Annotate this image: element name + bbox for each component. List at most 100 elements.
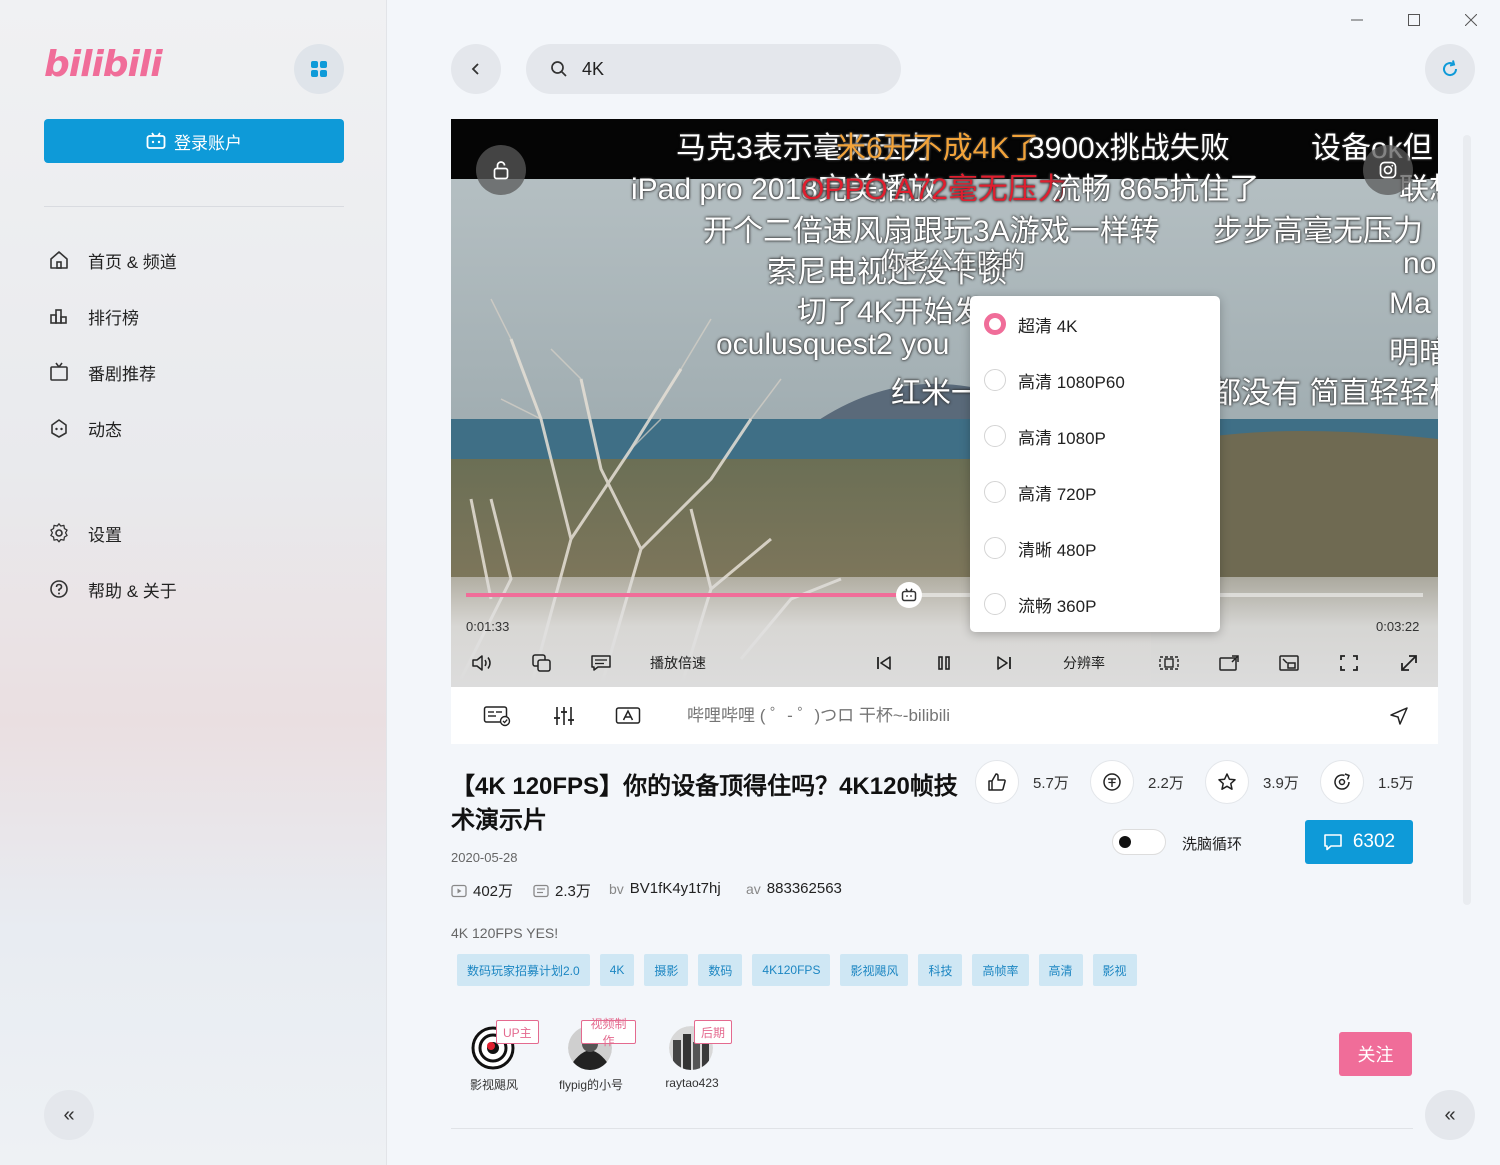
back-button[interactable]	[451, 44, 501, 94]
sidebar-item-home[interactable]: 首页 & 频道	[48, 240, 177, 280]
send-danmaku-button[interactable]	[1385, 703, 1413, 729]
favorite-count: 3.9万	[1263, 774, 1299, 792]
tag[interactable]: 高帧率	[972, 954, 1029, 986]
danmaku-input[interactable]	[685, 705, 1285, 727]
tag[interactable]: 4K120FPS	[752, 954, 831, 986]
like-stat[interactable]: 5.7万	[975, 760, 1069, 804]
resolution-button[interactable]: 分辨率	[1056, 649, 1112, 677]
danmaku-filter-button[interactable]	[550, 703, 578, 729]
tag[interactable]: 高清	[1038, 954, 1083, 986]
minimize-icon	[1351, 19, 1363, 21]
quality-label: 高清 1080P60	[1018, 372, 1125, 392]
chevron-left-icon	[471, 63, 479, 75]
share-button[interactable]	[1320, 760, 1364, 804]
danmaku-comment: 都没有 简直轻轻松	[1211, 377, 1438, 410]
share-stat[interactable]: 1.5万	[1320, 760, 1414, 804]
collapse-panel-button[interactable]: «	[1425, 1090, 1475, 1140]
volume-button[interactable]	[469, 649, 495, 677]
coin-button[interactable]	[1090, 760, 1134, 804]
pause-button[interactable]	[933, 649, 955, 677]
sidebar: bilibili 登录账户 首页 & 频道 排行榜 番剧推荐 动态 设置 帮助 …	[0, 0, 387, 1165]
next-button[interactable]	[993, 649, 1015, 677]
like-button[interactable]	[975, 760, 1019, 804]
tag[interactable]: 影视飓风	[840, 954, 909, 986]
av-value[interactable]: 883362563	[767, 880, 842, 897]
tag[interactable]: 数码玩家招募计划2.0	[457, 954, 590, 986]
quality-option[interactable]: 高清 1080P	[984, 408, 1106, 464]
follow-button[interactable]: 关注	[1339, 1032, 1412, 1076]
close-window-button[interactable]	[1456, 8, 1486, 32]
aspect-ratio-button[interactable]	[1157, 649, 1181, 677]
danmaku-style-button[interactable]	[614, 703, 642, 729]
previous-button[interactable]	[873, 649, 895, 677]
minimize-button[interactable]	[1342, 8, 1372, 32]
grid-icon	[311, 61, 327, 77]
scrollbar[interactable]	[1463, 135, 1471, 905]
quality-option[interactable]: 高清 720P	[984, 464, 1096, 520]
quality-label: 超清 4K	[1018, 316, 1078, 336]
favorite-stat[interactable]: 3.9万	[1205, 760, 1299, 804]
search-input[interactable]	[580, 57, 880, 81]
maximize-button[interactable]	[1399, 8, 1429, 32]
lock-icon	[493, 161, 509, 180]
search-bar	[526, 44, 901, 94]
danmaku-comment: no	[1403, 247, 1437, 280]
player-controls: 0:01:33 0:03:22 播放倍速 分辨率	[451, 577, 1438, 687]
tag[interactable]: 影视	[1092, 954, 1137, 986]
danmaku-comment: oculusquest2 you	[716, 328, 950, 361]
sliders-icon	[554, 707, 574, 725]
pip-button[interactable]	[529, 649, 555, 677]
share-icon	[1334, 773, 1350, 790]
creator-name: raytao423	[665, 1076, 719, 1090]
collapse-sidebar-button[interactable]: «	[44, 1090, 94, 1140]
av-label: av	[746, 880, 761, 897]
help-icon	[50, 580, 68, 598]
bilibili-logo[interactable]: bilibili	[44, 44, 163, 85]
bv-value[interactable]: BV1fK4y1t7hj	[630, 880, 721, 897]
sidebar-item-ranking[interactable]: 排行榜	[48, 296, 139, 336]
danmaku-count-value: 2.3万	[555, 883, 591, 900]
tag[interactable]: 4K	[599, 954, 635, 986]
danmaku-list-button[interactable]	[483, 703, 511, 729]
danmaku-settings-icon	[483, 706, 511, 727]
danmaku-comment: 切了4K开始发	[797, 296, 984, 329]
radio-unselected	[984, 425, 1006, 447]
progress-fill	[466, 593, 909, 597]
quality-option[interactable]: 流畅 360P	[984, 576, 1096, 632]
text-style-icon	[615, 707, 641, 724]
quality-option[interactable]: 清晰 480P	[984, 520, 1096, 576]
web-fullscreen-button[interactable]	[1337, 649, 1361, 677]
fullscreen-button[interactable]	[1397, 649, 1421, 677]
sidebar-item-settings[interactable]: 设置	[48, 513, 122, 553]
sidebar-item-bangumi[interactable]: 番剧推荐	[48, 352, 156, 392]
cast-button[interactable]	[1217, 649, 1241, 677]
apps-grid-button[interactable]	[294, 44, 344, 94]
camera-icon	[1379, 161, 1397, 179]
comments-button[interactable]: 6302	[1305, 820, 1413, 864]
refresh-button[interactable]	[1425, 44, 1475, 94]
loop-toggle[interactable]	[1112, 829, 1166, 855]
tag[interactable]: 摄影	[644, 954, 689, 986]
sidebar-item-help[interactable]: 帮助 & 关于	[48, 569, 177, 609]
danmaku-toggle-button[interactable]	[588, 649, 614, 677]
progress-thumb[interactable]	[896, 582, 922, 608]
av-id: av 883362563	[746, 880, 842, 897]
coin-stat[interactable]: 2.2万	[1090, 760, 1184, 804]
favorite-button[interactable]	[1205, 760, 1249, 804]
screenshot-button[interactable]	[1363, 145, 1413, 195]
tag[interactable]: 科技	[918, 954, 963, 986]
sidebar-item-dynamic[interactable]: 动态	[48, 408, 122, 448]
danmaku-comment: 3900x挑战失败	[1028, 132, 1230, 165]
danmaku-comment: OPPO A72毫无压力	[801, 173, 1068, 206]
lock-button[interactable]	[476, 145, 526, 195]
video-player[interactable]: 马克3表示毫无压力 米6开不成4K了 3900x挑战失败 设备ok但 iPad …	[451, 119, 1438, 687]
total-time: 0:03:22	[1376, 619, 1420, 634]
playback-speed-button[interactable]: 播放倍速	[643, 649, 713, 677]
quality-option[interactable]: 高清 1080P60	[984, 352, 1125, 408]
tag[interactable]: 数码	[698, 954, 743, 986]
toggle-knob	[1119, 836, 1131, 848]
radio-unselected	[984, 369, 1006, 391]
mini-window-button[interactable]	[1277, 649, 1301, 677]
quality-option[interactable]: 超清 4K	[984, 296, 1078, 352]
login-button[interactable]: 登录账户	[44, 119, 344, 163]
